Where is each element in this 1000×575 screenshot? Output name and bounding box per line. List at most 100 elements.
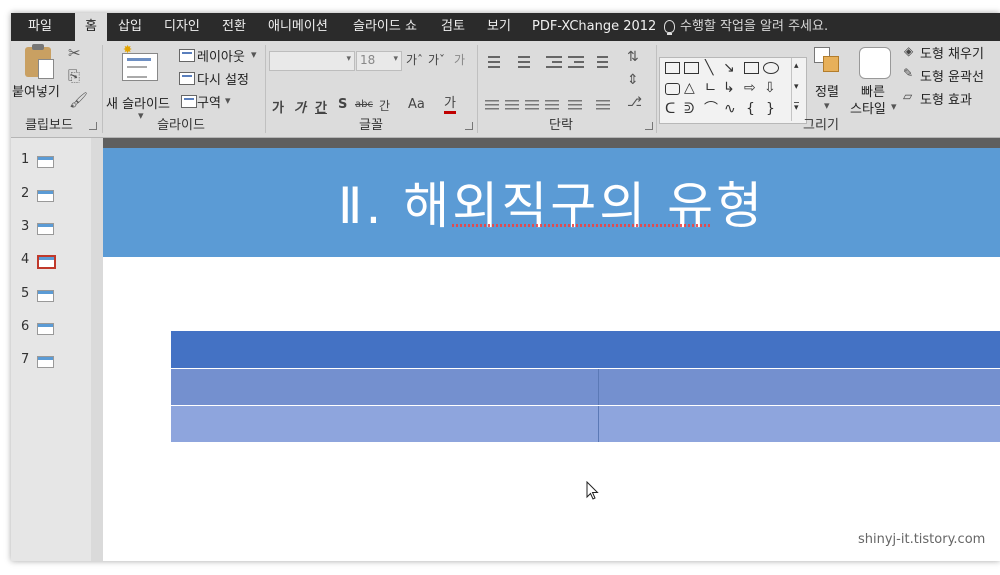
align-right-icon[interactable] [525, 100, 539, 112]
chevron-down-icon[interactable]: ▾ [225, 94, 231, 107]
slide-table[interactable] [171, 331, 1000, 443]
thumbnail-slide-2[interactable]: 2 [11, 186, 91, 208]
rectangle-shape-icon[interactable] [744, 62, 759, 74]
thumbnail-slide-6[interactable]: 6 [11, 319, 91, 341]
textbox-shape-icon[interactable] [665, 62, 680, 74]
char-spacing-button[interactable]: 간 [379, 97, 390, 114]
tab-design[interactable]: 디자인 [164, 13, 200, 41]
tab-insert[interactable]: 삽입 [118, 13, 142, 41]
shape-effects-icon[interactable]: ▱ [903, 89, 912, 103]
table-row[interactable] [171, 369, 1000, 406]
thumbnail-slide-4[interactable]: 4 [11, 252, 91, 274]
thumbnail-slide-5[interactable]: 5 [11, 286, 91, 308]
arc-shape-icon[interactable]: ⌒ [704, 102, 718, 116]
smartart-icon[interactable]: ⎇ [627, 95, 642, 110]
tab-review[interactable]: 검토 [441, 13, 465, 41]
rounded-rectangle-shape-icon[interactable] [665, 83, 680, 95]
arrange-icon[interactable] [814, 47, 840, 77]
align-left-icon[interactable] [485, 100, 499, 112]
font-launcher-icon[interactable] [465, 122, 473, 130]
italic-button[interactable]: 가 [294, 97, 306, 116]
oval-shape-icon[interactable] [763, 62, 779, 74]
font-name-dropdown[interactable]: ▾ [269, 51, 355, 71]
line-shape-icon[interactable]: ╲ [705, 61, 713, 75]
font-size-dropdown[interactable]: 18 ▾ [356, 51, 402, 71]
align-text-icon[interactable]: ⇕ [627, 72, 639, 88]
quick-style-icon[interactable] [859, 47, 891, 79]
columns-icon[interactable] [596, 100, 610, 112]
curve-shape-icon[interactable]: ∿ [724, 102, 736, 116]
text-direction-icon[interactable]: ⇅ [627, 49, 639, 65]
table-row[interactable] [171, 406, 1000, 443]
table-cell[interactable] [599, 369, 1000, 405]
underline-button[interactable]: 간 [315, 97, 327, 116]
format-painter-icon[interactable]: 🖌 [69, 91, 88, 109]
shape-fill-icon[interactable]: ◈ [904, 44, 913, 58]
left-brace-shape-icon[interactable]: { [746, 102, 755, 116]
bold-button[interactable]: 가 [272, 97, 284, 116]
paragraph-launcher-icon[interactable] [645, 122, 653, 130]
right-arrow-shape-icon[interactable]: ⇨ [744, 81, 756, 95]
chevron-down-icon[interactable]: ▾ [824, 99, 830, 112]
shape-effects-button[interactable]: 도형 효과 [920, 89, 972, 108]
arrange-button[interactable]: 정렬 [815, 81, 839, 100]
tab-home[interactable]: 홈 [75, 13, 107, 41]
gallery-more-icon[interactable]: ▾ [794, 102, 799, 113]
line-spacing-icon[interactable] [592, 54, 610, 68]
layout-button[interactable]: 레이아웃 [197, 46, 245, 65]
scribble-shape-icon[interactable]: ᕲ [684, 102, 694, 116]
increase-indent-icon[interactable] [568, 54, 586, 68]
font-color-button[interactable]: 가 [444, 97, 456, 114]
chevron-down-icon[interactable]: ▾ [891, 100, 897, 113]
pane-splitter[interactable] [91, 138, 103, 561]
gallery-scrollbar[interactable]: ▴ ▾ ▾ [791, 58, 805, 121]
slide-title[interactable]: Ⅱ. 해외직구의 유형 [103, 166, 1000, 238]
reset-button[interactable]: 다시 설정 [197, 69, 249, 88]
clear-format-icon[interactable]: 가 [454, 51, 465, 68]
clipboard-launcher-icon[interactable] [89, 122, 97, 130]
shadow-button[interactable]: S [338, 97, 347, 112]
table-cell[interactable] [171, 406, 599, 442]
decrease-font-icon[interactable]: 가ˇ [428, 51, 445, 68]
tab-transitions[interactable]: 전환 [222, 13, 246, 41]
thumbnail-slide-7[interactable]: 7 [11, 352, 91, 374]
bullets-icon[interactable] [483, 54, 507, 68]
vertical-textbox-shape-icon[interactable] [684, 62, 699, 74]
thumbnail-slide-1[interactable]: 1 [11, 152, 91, 174]
triangle-shape-icon[interactable]: △ [684, 81, 695, 95]
quick-style-label-2[interactable]: 스타일 [850, 98, 886, 117]
slide-canvas[interactable]: Ⅱ. 해외직구의 유형 [103, 148, 1000, 561]
arrow-line-shape-icon[interactable]: ↘ [723, 61, 735, 75]
down-arrow-shape-icon[interactable]: ⇩ [764, 81, 776, 95]
table-cell[interactable] [171, 369, 599, 405]
tab-file[interactable]: 파일 [28, 13, 52, 41]
paste-icon[interactable] [25, 44, 54, 79]
section-button[interactable]: 구역 [197, 92, 221, 111]
justify-icon[interactable] [545, 100, 559, 112]
tab-animations[interactable]: 애니메이션 [268, 13, 328, 41]
tell-me-search[interactable]: 수행할 작업을 알려 주세요. [680, 13, 828, 41]
freeform-shape-icon[interactable]: ᑕ [665, 102, 675, 116]
shapes-gallery[interactable]: ╲ ↘ △ ㄴ ↳ ⇨ ⇩ ᑕ ᕲ ⌒ ∿ { } [659, 57, 807, 124]
right-brace-shape-icon[interactable]: } [766, 102, 775, 116]
tab-pdf-xchange[interactable]: PDF-XChange 2012 [532, 13, 656, 41]
elbow-connector-shape-icon[interactable]: ㄴ [704, 81, 717, 95]
chevron-down-icon[interactable]: ▾ [794, 80, 799, 94]
tab-view[interactable]: 보기 [487, 13, 511, 41]
change-case-button[interactable]: Aa [408, 97, 425, 112]
shape-outline-button[interactable]: 도형 윤곽선 [920, 66, 984, 85]
tab-slideshow[interactable]: 슬라이드 쇼 [353, 13, 417, 41]
elbow-arrow-shape-icon[interactable]: ↳ [723, 81, 735, 95]
increase-font-icon[interactable]: 가ˆ [406, 51, 423, 68]
cut-icon[interactable]: ✂ [68, 44, 81, 62]
shape-fill-button[interactable]: 도형 채우기 [920, 43, 984, 62]
chevron-up-icon[interactable]: ▴ [794, 59, 799, 73]
table-header-row[interactable] [171, 331, 1000, 369]
align-center-icon[interactable] [505, 100, 519, 112]
decrease-indent-icon[interactable] [546, 54, 564, 68]
distribute-icon[interactable] [568, 100, 582, 112]
table-cell[interactable] [599, 406, 1000, 442]
copy-icon[interactable]: ⎘ [68, 67, 80, 85]
strikethrough-button[interactable]: abc [355, 99, 373, 110]
numbering-icon[interactable] [513, 54, 537, 68]
